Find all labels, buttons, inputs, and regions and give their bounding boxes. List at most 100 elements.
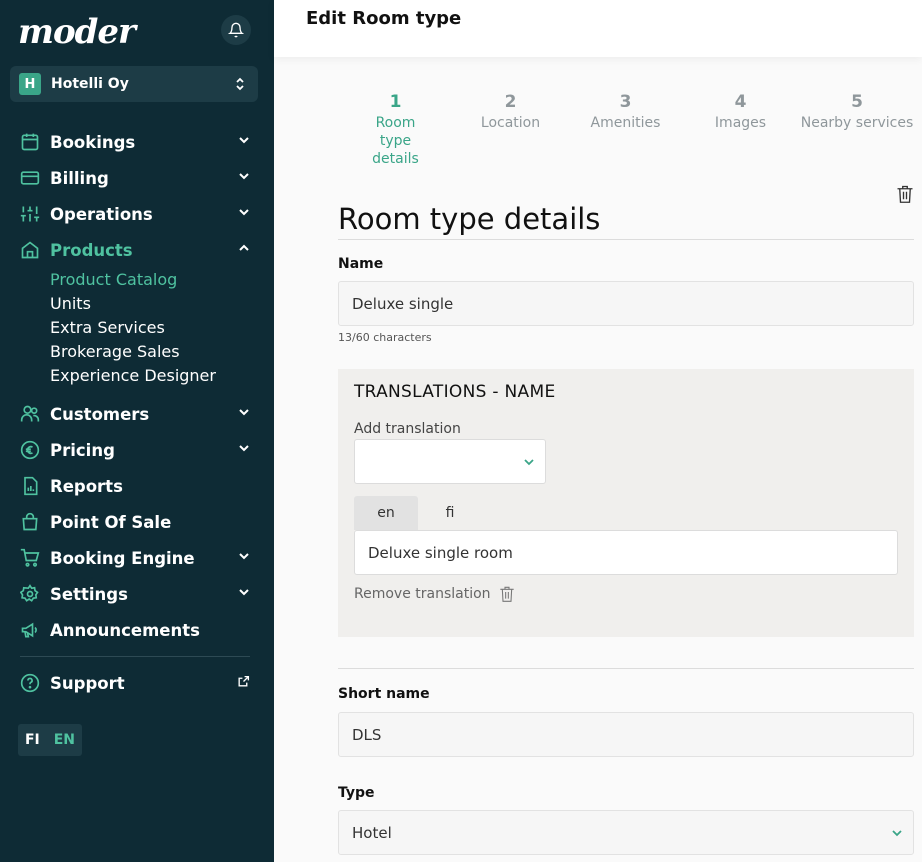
nav-label: Reports: [50, 476, 123, 496]
nav-label: Products: [50, 240, 133, 260]
report-icon: [20, 476, 40, 496]
step-number: 5: [851, 92, 863, 112]
step-label: Location: [480, 115, 541, 131]
help-circle-icon: [20, 673, 40, 693]
step-label: Room type details: [372, 115, 419, 167]
sub-units[interactable]: Units: [50, 294, 91, 313]
short-name-label: Short name: [338, 686, 430, 702]
page-title: Edit Room type: [306, 8, 462, 29]
nav-label: Settings: [50, 584, 128, 604]
top-bar: Edit Room type: [274, 0, 922, 57]
remove-translation-button[interactable]: Remove translation: [354, 585, 515, 603]
step-label: Amenities: [590, 115, 661, 131]
megaphone-icon: [20, 620, 40, 640]
nav-settings[interactable]: Settings: [20, 580, 250, 608]
translation-input[interactable]: Deluxe single room: [354, 530, 898, 575]
step-label: Images: [714, 115, 767, 131]
nav-products[interactable]: Products: [20, 236, 250, 264]
org-name: Hotelli Oy: [51, 76, 129, 92]
nav-point-of-sale[interactable]: Point Of Sale: [20, 508, 250, 536]
nav-bookings[interactable]: Bookings: [20, 128, 250, 156]
step-label: Nearby services: [800, 115, 914, 131]
nav-label: Bookings: [50, 132, 136, 152]
sub-experience-designer[interactable]: Experience Designer: [50, 366, 216, 385]
nav-operations[interactable]: Operations: [20, 200, 250, 228]
moder-logo[interactable]: moder: [18, 12, 136, 52]
sub-extra-services[interactable]: Extra Services: [50, 318, 165, 337]
organization-switcher[interactable]: H Hotelli Oy: [10, 66, 258, 102]
sub-brokerage-sales[interactable]: Brokerage Sales: [50, 342, 180, 361]
add-translation-select[interactable]: [354, 439, 546, 484]
nav-label: Pricing: [50, 440, 115, 460]
chevron-up-icon: [239, 244, 249, 251]
step-number: 2: [504, 92, 517, 112]
nav-pricing[interactable]: Pricing: [20, 436, 250, 464]
step-amenities[interactable]: 3 Amenities: [568, 92, 683, 132]
calendar-icon: [20, 132, 40, 152]
users-icon: [20, 404, 40, 424]
name-char-count: 13/60 characters: [338, 331, 432, 344]
short-name-input[interactable]: DLS: [338, 712, 914, 757]
chevron-down-icon: [239, 137, 249, 144]
chevron-down-icon: [239, 409, 249, 416]
nav-label: Announcements: [50, 620, 200, 640]
shopping-bag-icon: [20, 512, 40, 532]
credit-card-icon: [20, 168, 40, 188]
section-divider: [338, 668, 914, 669]
chevron-down-icon: [239, 589, 249, 596]
notifications-button[interactable]: [221, 15, 251, 45]
chevron-down-icon: [239, 173, 249, 180]
type-select[interactable]: Hotel: [338, 810, 914, 855]
nav-billing[interactable]: Billing: [20, 164, 250, 192]
tab-fi[interactable]: fi: [418, 496, 482, 530]
nav-label: Booking Engine: [50, 548, 195, 568]
step-location[interactable]: 2 Location: [453, 92, 568, 132]
nav-announcements[interactable]: Announcements: [20, 616, 250, 644]
section-title: Room type details: [338, 202, 601, 236]
nav-reports[interactable]: Reports: [20, 472, 250, 500]
step-nearby-services[interactable]: 5 Nearby services: [798, 92, 916, 132]
nav-label: Customers: [50, 404, 150, 424]
name-label: Name: [338, 256, 384, 272]
trash-icon: [499, 586, 514, 602]
nav-label: Support: [50, 673, 125, 693]
step-number: 3: [619, 92, 632, 112]
lang-fi-button[interactable]: FI: [25, 732, 40, 748]
bell-icon: [228, 22, 244, 38]
chevron-up-down-icon: [236, 77, 244, 91]
language-switcher: FI EN: [18, 724, 82, 756]
type-value: Hotel: [352, 823, 392, 842]
step-number: 4: [734, 92, 747, 112]
translations-panel: TRANSLATIONS - NAME Add translation en f…: [338, 369, 914, 637]
cart-icon: [20, 548, 40, 568]
nav-label: Point Of Sale: [50, 512, 172, 532]
org-badge: H: [19, 73, 41, 95]
external-link-icon: [238, 675, 250, 687]
add-translation-label: Add translation: [354, 421, 461, 437]
gear-icon: [20, 584, 40, 604]
nav-support[interactable]: Support: [20, 669, 250, 697]
type-label: Type: [338, 785, 375, 801]
nav-booking-engine[interactable]: Booking Engine: [20, 544, 250, 572]
name-input[interactable]: Deluxe single: [338, 281, 914, 326]
tab-en[interactable]: en: [354, 496, 418, 530]
home-icon: [20, 240, 40, 260]
chevron-down-icon: [892, 830, 902, 837]
euro-icon: [20, 440, 40, 460]
step-images[interactable]: 4 Images: [683, 92, 798, 132]
sub-product-catalog[interactable]: Product Catalog: [50, 270, 177, 289]
sliders-icon: [20, 204, 40, 224]
section-divider: [338, 239, 914, 240]
nav-customers[interactable]: Customers: [20, 400, 250, 428]
remove-translation-label: Remove translation: [354, 586, 491, 602]
lang-en-button[interactable]: EN: [54, 732, 75, 748]
step-room-type-details[interactable]: 1 Room type details: [338, 92, 453, 168]
sidebar-divider: [20, 656, 250, 657]
sidebar: moder H Hotelli Oy Bookings Billing Oper…: [0, 0, 274, 862]
chevron-down-icon: [239, 553, 249, 560]
chevron-down-icon: [524, 459, 534, 466]
trash-icon[interactable]: [896, 184, 914, 204]
chevron-down-icon: [239, 445, 249, 452]
nav-label: Billing: [50, 168, 109, 188]
nav-label: Operations: [50, 204, 153, 224]
